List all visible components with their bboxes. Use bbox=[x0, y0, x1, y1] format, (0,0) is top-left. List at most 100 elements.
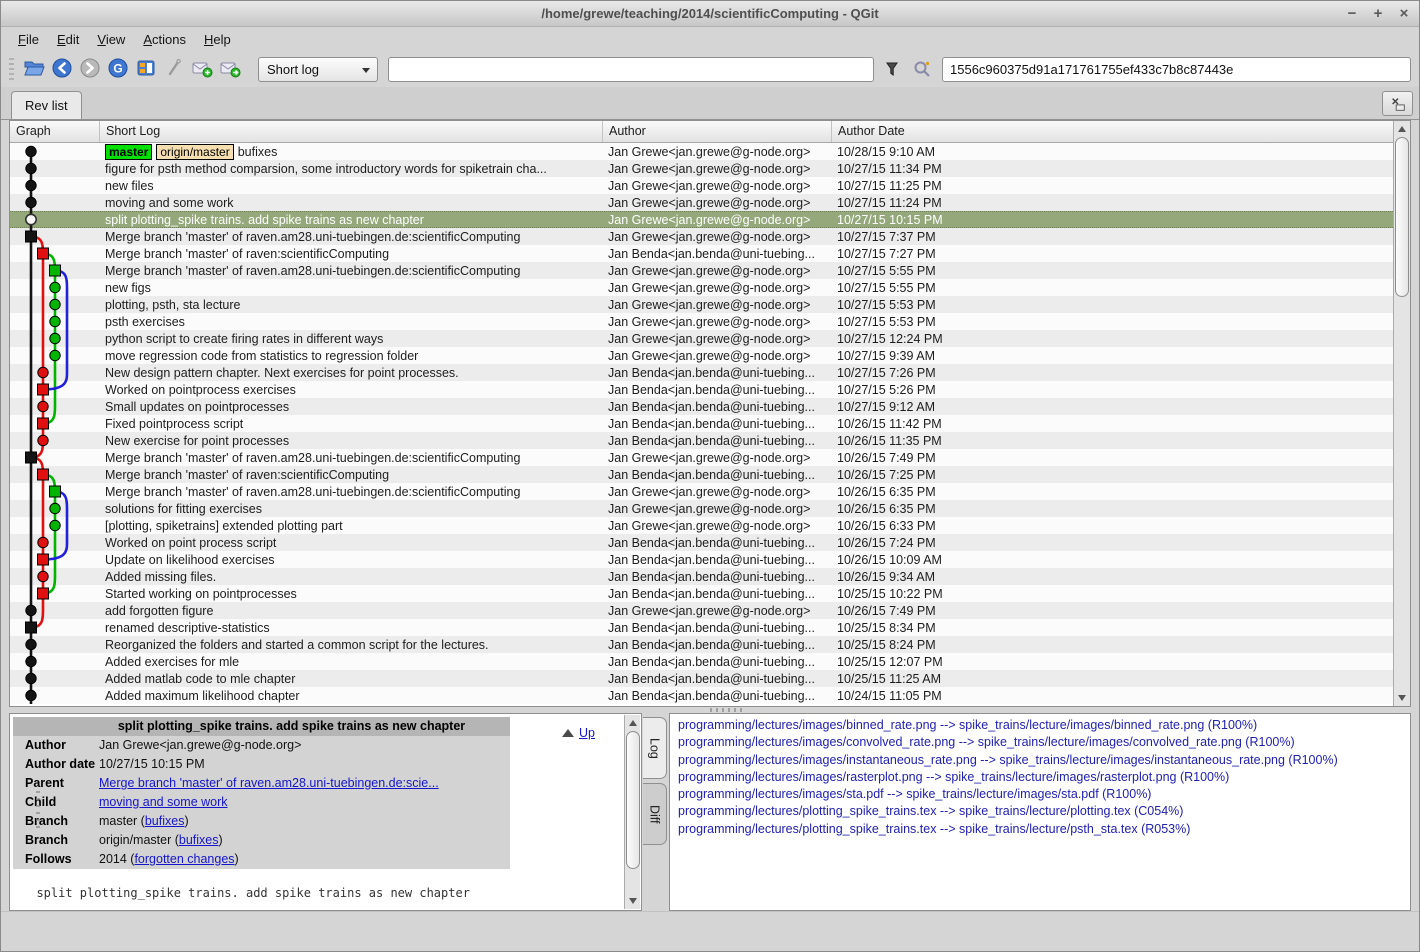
table-row[interactable]: plotting, psth, sta lectureJan Grewe<jan… bbox=[10, 296, 1393, 313]
table-row[interactable]: Merge branch 'master' of raven:scientifi… bbox=[10, 245, 1393, 262]
commit-date: 10/26/15 11:42 PM bbox=[832, 417, 1393, 431]
table-row[interactable]: solutions for fitting exercisesJan Grewe… bbox=[10, 500, 1393, 517]
table-row[interactable]: add forgotten figureJan Grewe<jan.grewe@… bbox=[10, 602, 1393, 619]
column-header-author-date[interactable]: Author Date bbox=[832, 121, 1410, 142]
table-row[interactable]: python script to create firing rates in … bbox=[10, 330, 1393, 347]
table-row[interactable]: Merge branch 'master' of raven.am28.uni-… bbox=[10, 228, 1393, 245]
table-row[interactable]: Added matlab code to mle chapterJan Bend… bbox=[10, 670, 1393, 687]
column-header-short-log[interactable]: Short Log bbox=[100, 121, 603, 142]
forward-button[interactable] bbox=[76, 56, 103, 83]
table-row[interactable]: Worked on pointprocess exercisesJan Bend… bbox=[10, 381, 1393, 398]
table-row[interactable]: New exercise for point processesJan Bend… bbox=[10, 432, 1393, 449]
table-row[interactable]: Merge branch 'master' of raven.am28.uni-… bbox=[10, 262, 1393, 279]
close-button[interactable]: × bbox=[1397, 7, 1411, 21]
meta-link[interactable]: bufixes bbox=[145, 814, 185, 828]
table-row[interactable]: Small updates on pointprocessesJan Benda… bbox=[10, 398, 1393, 415]
apply-patch-button[interactable] bbox=[216, 56, 243, 83]
table-row[interactable]: figure for psth method comparsion, some … bbox=[10, 160, 1393, 177]
table-row[interactable]: [plotting, spiketrains] extended plottin… bbox=[10, 517, 1393, 534]
column-header-graph[interactable]: Graph bbox=[10, 121, 100, 142]
toolbar-grip[interactable] bbox=[9, 58, 14, 80]
meta-link[interactable]: moving and some work bbox=[99, 795, 228, 809]
table-row[interactable]: Update on likelihood exercisesJan Benda<… bbox=[10, 551, 1393, 568]
commit-author: Jan Grewe<jan.grewe@g-node.org> bbox=[603, 332, 832, 346]
table-row[interactable]: New design pattern chapter. Next exercis… bbox=[10, 364, 1393, 381]
rev-list-scrollbar[interactable] bbox=[1393, 121, 1410, 706]
sha-input[interactable]: 1556c960375d91a171761755ef433c7b8c87443e bbox=[942, 57, 1411, 82]
scrollbar-thumb[interactable] bbox=[626, 731, 640, 869]
maximize-button[interactable]: + bbox=[1371, 7, 1385, 21]
renamed-file-entry[interactable]: programming/lectures/plotting_spike_trai… bbox=[678, 803, 1410, 820]
scroll-up-icon[interactable] bbox=[1394, 122, 1410, 136]
table-row[interactable]: Fixed pointprocess scriptJan Benda<jan.b… bbox=[10, 415, 1393, 432]
view-select[interactable]: Short log bbox=[258, 57, 378, 82]
up-link[interactable]: Up bbox=[579, 726, 595, 740]
table-row[interactable]: split plotting_spike trains. add spike t… bbox=[10, 211, 1393, 228]
table-row[interactable]: Added exercises for mleJan Benda<jan.ben… bbox=[10, 653, 1393, 670]
scroll-up-icon[interactable] bbox=[625, 716, 641, 730]
renamed-file-entry[interactable]: programming/lectures/images/binned_rate.… bbox=[678, 717, 1410, 734]
back-button[interactable] bbox=[48, 56, 75, 83]
column-header-author[interactable]: Author bbox=[603, 121, 832, 142]
table-row[interactable]: masterorigin/masterbufixesJan Grewe<jan.… bbox=[10, 143, 1393, 160]
commit-date: 10/27/15 11:25 PM bbox=[832, 179, 1393, 193]
filter-funnel-icon[interactable] bbox=[880, 57, 904, 81]
meta-link[interactable]: forgotten changes bbox=[134, 852, 234, 866]
table-row[interactable]: Merge branch 'master' of raven:scientifi… bbox=[10, 466, 1393, 483]
pin-button[interactable] bbox=[160, 56, 187, 83]
log-diff-tabs: Log Diff bbox=[642, 713, 669, 911]
table-row[interactable]: renamed descriptive-statisticsJan Benda<… bbox=[10, 619, 1393, 636]
commit-date: 10/27/15 5:55 PM bbox=[832, 281, 1393, 295]
table-row[interactable]: Added maximum likelihood chapterJan Bend… bbox=[10, 687, 1393, 704]
commit-short-log: Update on likelihood exercises bbox=[105, 553, 275, 567]
table-row[interactable]: Added missing files.Jan Benda<jan.benda@… bbox=[10, 568, 1393, 585]
view-toggle-button[interactable] bbox=[132, 56, 159, 83]
meta-link[interactable]: Merge branch 'master' of raven.am28.uni-… bbox=[99, 776, 439, 790]
reload-button[interactable]: G bbox=[104, 56, 131, 83]
tab-log[interactable]: Log bbox=[643, 717, 667, 779]
commit-short-log: new figs bbox=[105, 281, 151, 295]
minimize-button[interactable]: − bbox=[1345, 7, 1359, 21]
commit-author: Jan Grewe<jan.grewe@g-node.org> bbox=[603, 264, 832, 278]
detail-scrollbar[interactable] bbox=[624, 715, 640, 909]
table-row[interactable]: Reorganized the folders and started a co… bbox=[10, 636, 1393, 653]
renamed-file-entry[interactable]: programming/lectures/images/convolved_ra… bbox=[678, 734, 1410, 751]
filter-input[interactable] bbox=[388, 57, 874, 82]
table-row[interactable]: move regression code from statistics to … bbox=[10, 347, 1393, 364]
tab-options-button[interactable] bbox=[1382, 91, 1413, 116]
scroll-down-icon[interactable] bbox=[1394, 691, 1410, 705]
renamed-file-entry[interactable]: programming/lectures/images/instantaneou… bbox=[678, 752, 1410, 769]
tab-rev-list[interactable]: Rev list bbox=[11, 91, 82, 119]
table-row[interactable]: psth exercisesJan Grewe<jan.grewe@g-node… bbox=[10, 313, 1393, 330]
highlight-search-icon[interactable] bbox=[910, 57, 934, 81]
menu-item-help[interactable]: Help bbox=[195, 29, 240, 50]
table-row[interactable]: Merge branch 'master' of raven.am28.uni-… bbox=[10, 449, 1393, 466]
save-patch-button[interactable] bbox=[188, 56, 215, 83]
renamed-file-entry[interactable]: programming/lectures/plotting_spike_trai… bbox=[678, 821, 1410, 838]
vertical-splitter[interactable] bbox=[36, 791, 40, 831]
commit-author: Jan Grewe<jan.grewe@g-node.org> bbox=[603, 230, 832, 244]
scrollbar-thumb[interactable] bbox=[1395, 137, 1409, 297]
renamed-file-entry[interactable]: programming/lectures/images/sta.pdf --> … bbox=[678, 786, 1410, 803]
tab-diff[interactable]: Diff bbox=[643, 783, 667, 845]
table-row[interactable]: Worked on point process scriptJan Benda<… bbox=[10, 534, 1393, 551]
menu-item-actions[interactable]: Actions bbox=[134, 29, 195, 50]
toolbar: G Short log 1556c960375d91a171761755ef43… bbox=[1, 51, 1419, 87]
table-row[interactable]: Started working on pointprocessesJan Ben… bbox=[10, 585, 1393, 602]
table-row[interactable]: Merge branch 'master' of raven.am28.uni-… bbox=[10, 483, 1393, 500]
menu-item-view[interactable]: View bbox=[88, 29, 134, 50]
commit-short-log: Merge branch 'master' of raven.am28.uni-… bbox=[105, 230, 520, 244]
table-row[interactable]: new filesJan Grewe<jan.grewe@g-node.org>… bbox=[10, 177, 1393, 194]
renamed-file-entry[interactable]: programming/lectures/images/rasterplot.p… bbox=[678, 769, 1410, 786]
meta-label: Branch bbox=[13, 812, 99, 831]
title-bar[interactable]: /home/grewe/teaching/2014/scientificComp… bbox=[1, 1, 1419, 27]
menu-item-file[interactable]: File bbox=[9, 29, 48, 50]
menu-item-edit[interactable]: Edit bbox=[48, 29, 88, 50]
scroll-down-icon[interactable] bbox=[625, 894, 641, 908]
meta-label: Follows bbox=[13, 850, 99, 869]
table-row[interactable]: new figsJan Grewe<jan.grewe@g-node.org>1… bbox=[10, 279, 1393, 296]
meta-link[interactable]: bufixes bbox=[179, 833, 219, 847]
open-repository-button[interactable] bbox=[20, 56, 47, 83]
table-row[interactable]: moving and some workJan Grewe<jan.grewe@… bbox=[10, 194, 1393, 211]
commit-short-log: new files bbox=[105, 179, 154, 193]
